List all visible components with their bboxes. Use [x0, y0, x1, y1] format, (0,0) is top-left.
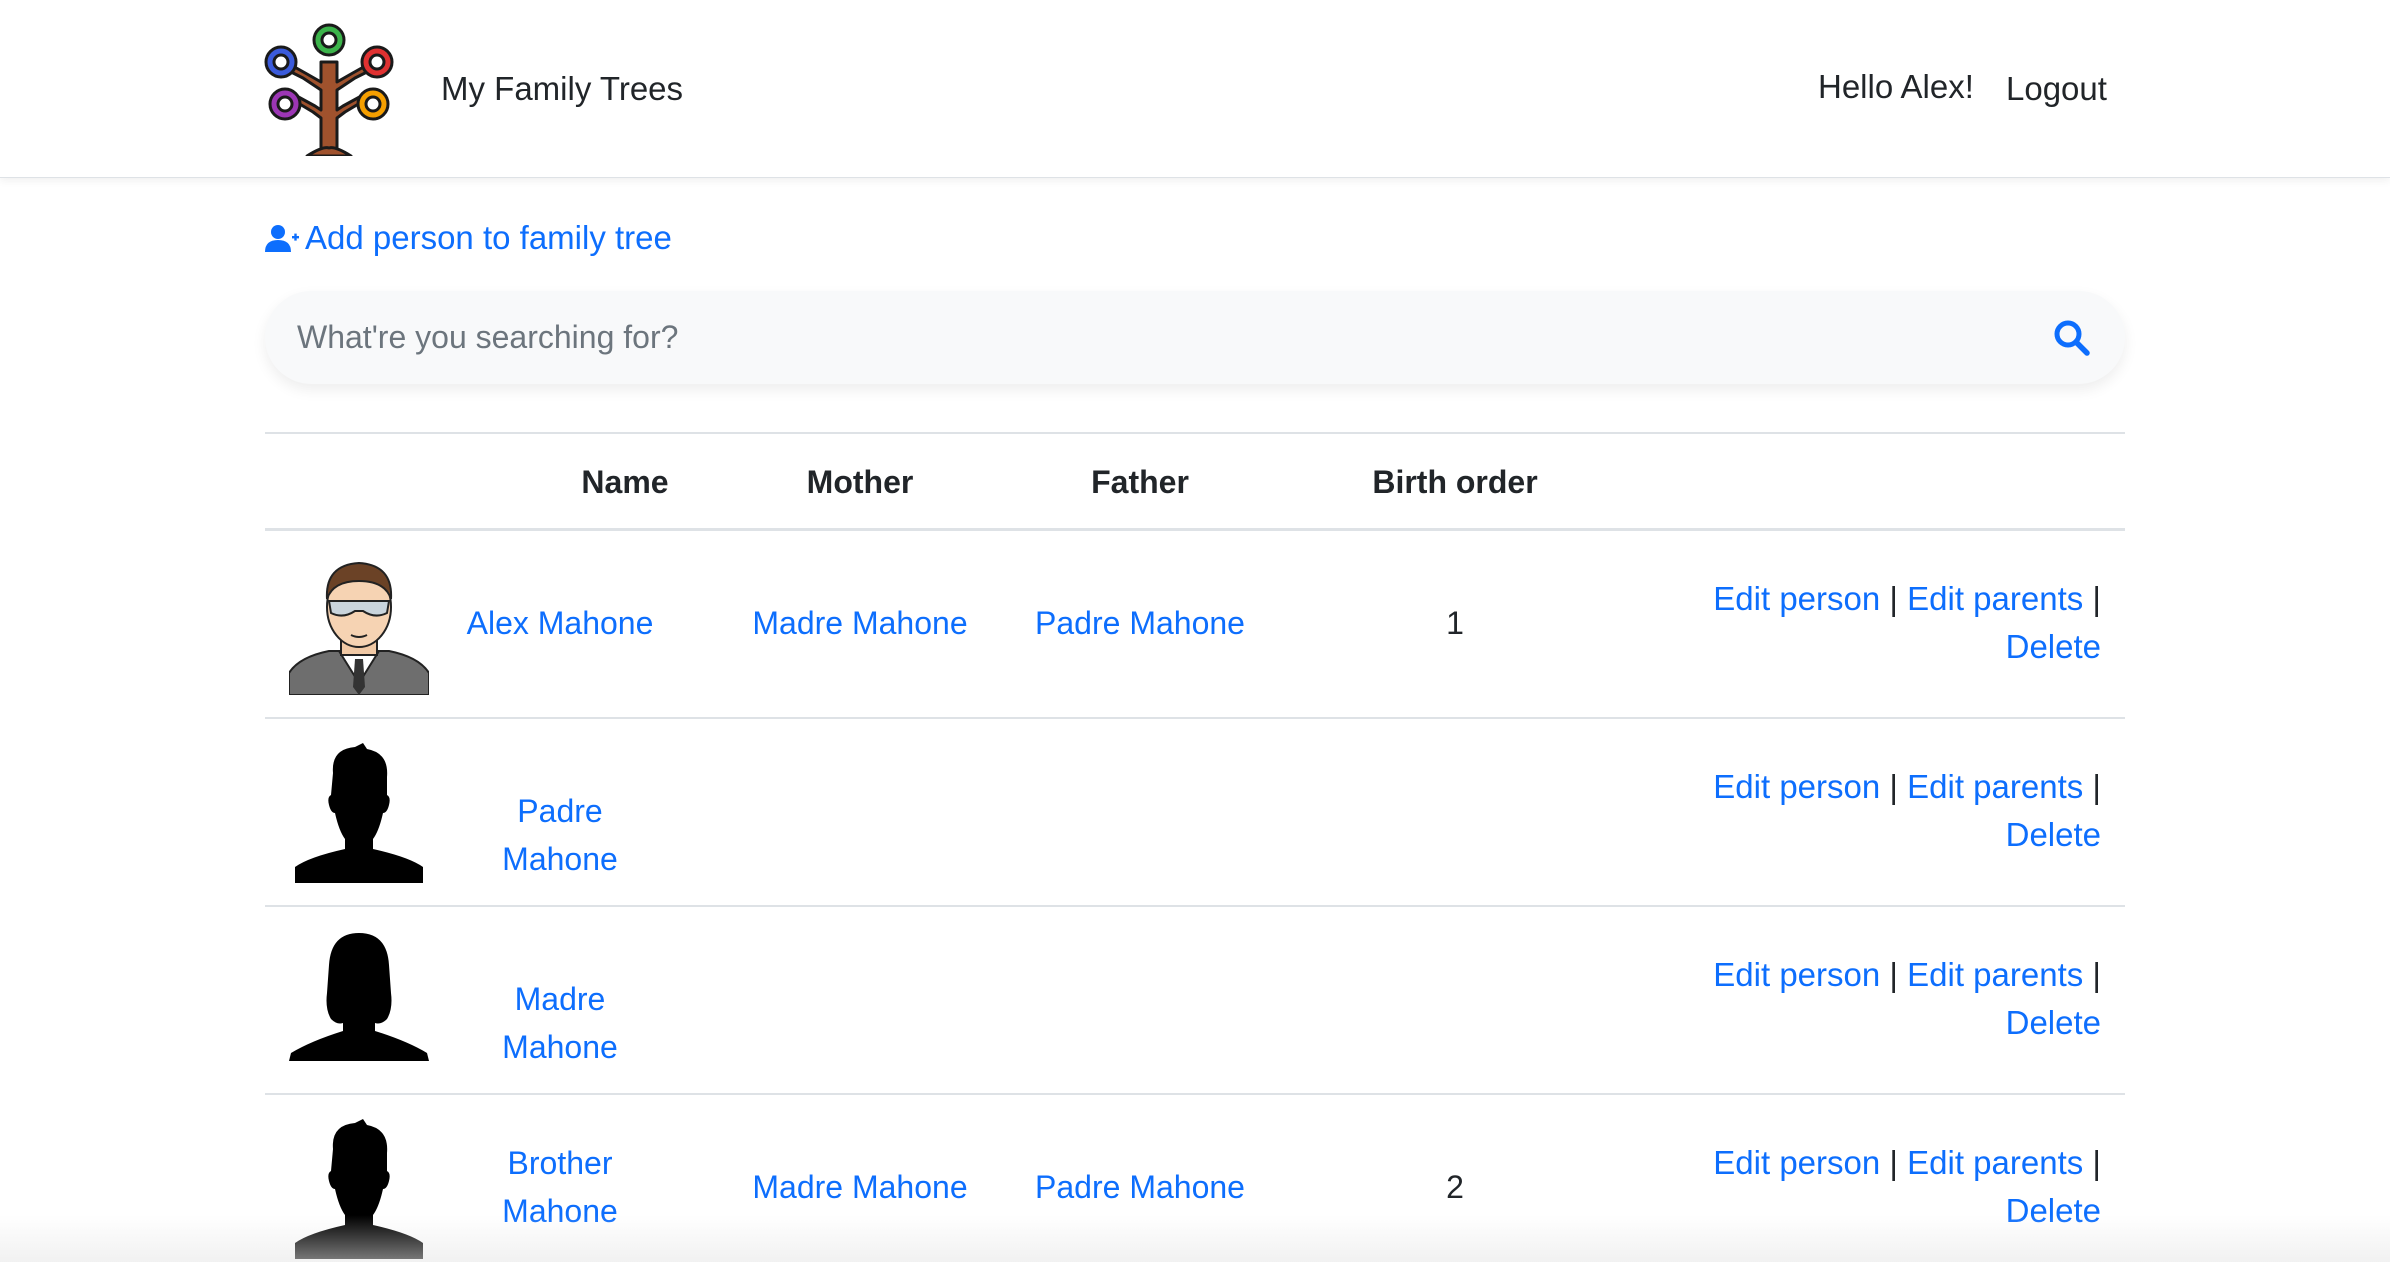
avatar[interactable]	[289, 555, 429, 695]
search-icon[interactable]	[2053, 319, 2091, 357]
top-navbar: My Family Trees Hello Alex! Logout	[0, 0, 2390, 178]
row-actions: Edit person | Edit parents | Delete	[1641, 1139, 2101, 1235]
family-table: Name Mother Father Birth order Alex Maho…	[265, 432, 2125, 1283]
father-link[interactable]: Padre Mahone	[1035, 605, 1245, 641]
action-separator: |	[1889, 1144, 1898, 1181]
female-silhouette-avatar[interactable]	[289, 931, 429, 1071]
person-name-link[interactable]: Alex Mahone	[467, 605, 654, 641]
edit-parents-link[interactable]: Edit parents	[1907, 956, 2083, 993]
search-bar	[265, 291, 2125, 384]
action-separator: |	[1889, 768, 1898, 805]
male-silhouette-avatar[interactable]	[289, 743, 429, 883]
add-person-link[interactable]: Add person to family tree	[265, 218, 672, 258]
user-greeting: Hello Alex!	[1818, 68, 1974, 105]
action-separator: |	[2092, 768, 2101, 805]
male-silhouette-avatar[interactable]	[289, 1119, 429, 1259]
edit-person-link[interactable]: Edit person	[1713, 580, 1880, 617]
edit-person-link[interactable]: Edit person	[1713, 956, 1880, 993]
delete-link[interactable]: Delete	[2006, 1192, 2101, 1229]
edit-parents-link[interactable]: Edit parents	[1907, 1144, 2083, 1181]
person-name-link[interactable]: Padre Mahone	[502, 793, 618, 877]
action-separator: |	[2092, 1144, 2101, 1181]
header-birth-order: Birth order	[1372, 464, 1538, 500]
family-tree-logo-icon[interactable]	[263, 22, 395, 156]
brand-title[interactable]: My Family Trees	[441, 70, 683, 108]
user-plus-icon	[265, 225, 299, 252]
header-mother: Mother	[806, 464, 914, 500]
table-row: Padre Mahone Edit person | Edit parents …	[265, 719, 2125, 907]
table-header: Name Mother Father Birth order	[265, 432, 2125, 531]
edit-parents-link[interactable]: Edit parents	[1907, 580, 2083, 617]
birth-order-value: 2	[1446, 1169, 1464, 1205]
person-name-link[interactable]: Madre Mahone	[502, 981, 618, 1065]
row-actions: Edit person | Edit parents | Delete	[1641, 951, 2101, 1047]
logout-link[interactable]: Logout	[2006, 70, 2107, 108]
delete-link[interactable]: Delete	[2006, 1004, 2101, 1041]
mother-link[interactable]: Madre Mahone	[752, 605, 967, 641]
search-input[interactable]	[297, 291, 1997, 384]
delete-link[interactable]: Delete	[2006, 628, 2101, 665]
delete-link[interactable]: Delete	[2006, 816, 2101, 853]
add-person-label: Add person to family tree	[305, 219, 672, 256]
header-father: Father	[1091, 464, 1189, 500]
row-actions: Edit person | Edit parents | Delete	[1641, 575, 2101, 671]
row-actions: Edit person | Edit parents | Delete	[1641, 763, 2101, 859]
table-row: Brother Mahone Madre Mahone Padre Mahone …	[265, 1095, 2125, 1283]
header-name: Name	[581, 464, 669, 500]
person-name-link[interactable]: Brother Mahone	[502, 1145, 618, 1229]
action-separator: |	[2092, 956, 2101, 993]
edit-person-link[interactable]: Edit person	[1713, 768, 1880, 805]
edit-parents-link[interactable]: Edit parents	[1907, 768, 2083, 805]
table-row: Alex Mahone Madre Mahone Padre Mahone 1 …	[265, 531, 2125, 719]
birth-order-value: 1	[1446, 605, 1464, 641]
action-separator: |	[2092, 580, 2101, 617]
edit-person-link[interactable]: Edit person	[1713, 1144, 1880, 1181]
father-link[interactable]: Padre Mahone	[1035, 1169, 1245, 1205]
table-row: Madre Mahone Edit person | Edit parents …	[265, 907, 2125, 1095]
mother-link[interactable]: Madre Mahone	[752, 1169, 967, 1205]
action-separator: |	[1889, 956, 1898, 993]
action-separator: |	[1889, 580, 1898, 617]
